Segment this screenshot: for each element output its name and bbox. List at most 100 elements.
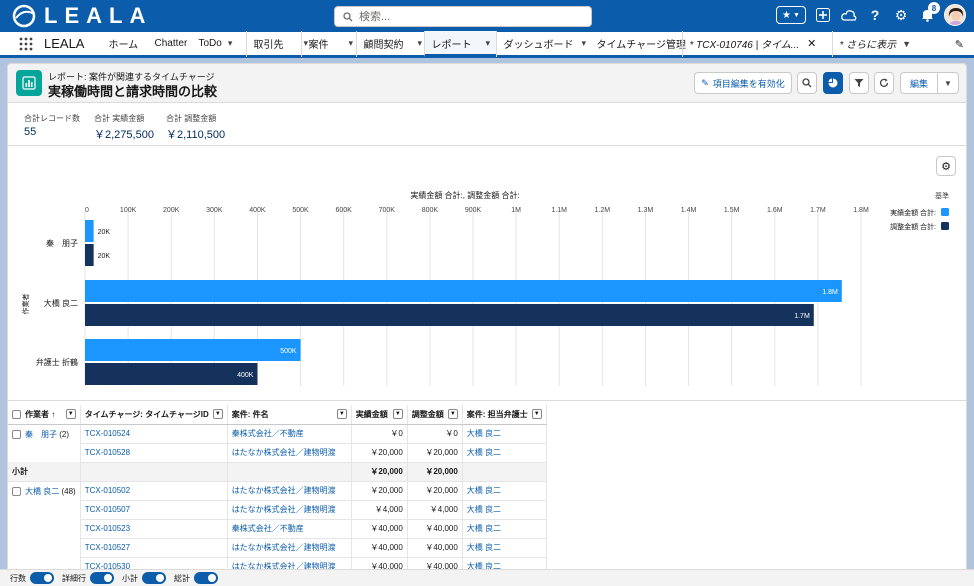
time-charge-link[interactable]: TCX-010524 [85,429,130,438]
attorney-link[interactable]: 大橋 良二 [467,486,501,495]
chevron-down-icon[interactable]: ▾ [417,38,422,49]
time-charge-link[interactable]: TCX-010502 [85,486,130,495]
column-header-adjusted-amount[interactable]: 調整金額 ▼ [407,405,463,425]
matter-link[interactable]: はたなか株式会社／建物明渡 [232,486,336,495]
toggle-chart-button[interactable] [823,72,843,94]
bar[interactable] [85,244,94,266]
detail-rows-toggle[interactable] [90,572,114,584]
time-charge-link[interactable]: TCX-010530 [85,562,130,569]
search-report-button[interactable] [797,72,817,94]
matter-name-cell: はたなか株式会社／建物明渡 [227,481,352,501]
chevron-down-icon[interactable]: ▼ [212,409,223,420]
group-checkbox[interactable] [12,486,21,496]
chevron-down-icon[interactable]: ▼ [531,409,542,420]
chevron-down-icon[interactable]: ▼ [447,409,458,420]
leala-swirl-icon [12,4,36,28]
chevron-down-icon[interactable]: ▾ [228,38,233,49]
matter-link[interactable]: 秦株式会社／不動産 [232,429,304,438]
chevron-down-icon[interactable]: ▼ [902,39,911,49]
tab-todo[interactable]: ToDo ▾ [192,31,246,57]
matter-link[interactable]: はたなか株式会社／建物明渡 [232,562,336,569]
report-table: 作業者 ↑ ▼ タイムチャージ: タイムチャージID ▼ 案件: 件名 ▼ 実績金額 ▼… [8,405,547,569]
bar[interactable] [85,363,258,385]
table-row: TCX-010527 はたなか株式会社／建物明渡 ￥40,000 ￥40,000 大橋 … [8,538,547,558]
trailhead-button[interactable] [840,6,858,24]
attorney-link[interactable]: 大橋 良二 [467,429,501,438]
time-charge-id-cell: TCX-010524 [80,424,228,444]
column-header-actual-amount[interactable]: 実績金額 ▼ [351,405,408,425]
app-launcher-button[interactable] [12,31,40,57]
chevron-down-icon[interactable]: ▾ [348,38,353,49]
time-charge-link[interactable]: TCX-010523 [85,524,130,533]
chevron-down-icon[interactable]: ▾ [485,38,490,49]
column-header-attorney[interactable]: 案件: 担当弁護士 ▼ [462,405,547,425]
attorney-link[interactable]: 大橋 良二 [467,505,501,514]
group-worker-link[interactable]: 大橋 良二 [25,487,59,496]
more-actions-button[interactable]: ▼ [937,72,959,94]
pie-chart-icon [828,78,838,88]
attorney-link[interactable]: 大橋 良二 [467,448,501,457]
attorney-link[interactable]: 大橋 良二 [467,524,501,533]
matter-link[interactable]: はたなか株式会社／建物明渡 [232,543,336,552]
leala-logo[interactable]: LEALA [12,3,152,28]
help-button[interactable]: ? [866,6,884,24]
tab-more[interactable]: * さらに表示 ▼ [832,30,911,57]
adjusted-amount-cell: ￥40,000 [407,557,463,569]
setup-button[interactable]: ⚙ [892,6,910,24]
bar[interactable] [85,220,94,242]
user-avatar[interactable] [944,4,966,26]
matter-name-cell: はたなか株式会社／建物明渡 [227,500,352,520]
chevron-down-icon[interactable]: ▼ [65,409,76,420]
subtotals-toggle[interactable] [142,572,166,584]
tab-home[interactable]: ホーム [102,31,148,57]
bar[interactable] [85,304,814,326]
tab-accounts[interactable]: 取引先 ▾ [246,30,308,57]
global-actions-button[interactable] [814,6,832,24]
grand-total-toggle[interactable] [194,572,218,584]
bar[interactable] [85,280,842,302]
app-name: LEALA [44,36,85,51]
matter-link[interactable]: はたなか株式会社／建物明渡 [232,448,336,457]
column-header-worker[interactable]: 作業者 ↑ ▼ [8,405,81,425]
row-counts-toggle[interactable] [30,572,54,584]
edit-button[interactable]: 編集 [900,72,938,94]
select-all-checkbox[interactable] [12,410,21,420]
chevron-down-icon[interactable]: ▼ [392,409,403,420]
group-worker-link[interactable]: 秦 朋子 [25,430,57,439]
tab-matters[interactable]: 案件 ▾ [301,30,356,57]
attorney-link[interactable]: 大橋 良二 [467,562,501,569]
bar[interactable] [85,339,301,361]
attorney-link[interactable]: 大橋 良二 [467,543,501,552]
favorites-button[interactable]: ★ ▼ [776,6,806,24]
column-header-matter-name[interactable]: 案件: 件名 ▼ [227,405,352,425]
tab-retainers[interactable]: 顧問契約 ▾ [356,30,424,57]
search-input[interactable] [359,10,559,23]
tab-reports[interactable]: レポート ▾ [424,30,497,57]
adjusted-amount-cell: ￥20,000 [407,481,463,501]
x-tick-label: 1.4M [681,207,697,214]
toggle-row-counts: 行数 [10,572,54,584]
table-header-row: 作業者 ↑ ▼ タイムチャージ: タイムチャージID ▼ 案件: 件名 ▼ 実績金額 ▼… [8,405,547,425]
tab-record-tcx-010746[interactable]: * TCX-010746 | タイム... ✕ [682,30,832,57]
tab-dashboards[interactable]: ダッシュボード ▾ [496,30,590,57]
matter-link[interactable]: はたなか株式会社／建物明渡 [232,505,336,514]
global-search[interactable] [334,6,592,27]
chevron-down-icon[interactable]: ▼ [336,409,347,420]
tab-time-charge[interactable]: タイムチャージ管理 [590,31,686,57]
matter-link[interactable]: 秦株式会社／不動産 [232,524,304,533]
table-row: TCX-010530 はたなか株式会社／建物明渡 ￥40,000 ￥40,000 大橋 … [8,557,547,569]
x-tick-label: 600K [335,207,352,214]
time-charge-link[interactable]: TCX-010528 [85,448,130,457]
refresh-button[interactable] [874,72,894,94]
column-header-time-charge-id[interactable]: タイムチャージ: タイムチャージID ▼ [80,405,228,425]
time-charge-link[interactable]: TCX-010527 [85,543,130,552]
time-charge-link[interactable]: TCX-010507 [85,505,130,514]
tab-chatter[interactable]: Chatter [148,31,192,57]
group-checkbox[interactable] [12,429,21,439]
notifications-button[interactable]: 8 [918,2,940,24]
enable-field-editing-button[interactable]: ✎ 項目編集を有効化 [694,72,792,94]
close-icon[interactable]: ✕ [807,37,816,50]
chevron-down-icon[interactable]: ▾ [581,38,586,49]
filter-button[interactable] [849,72,869,94]
pencil-icon[interactable]: ✎ [955,38,964,51]
